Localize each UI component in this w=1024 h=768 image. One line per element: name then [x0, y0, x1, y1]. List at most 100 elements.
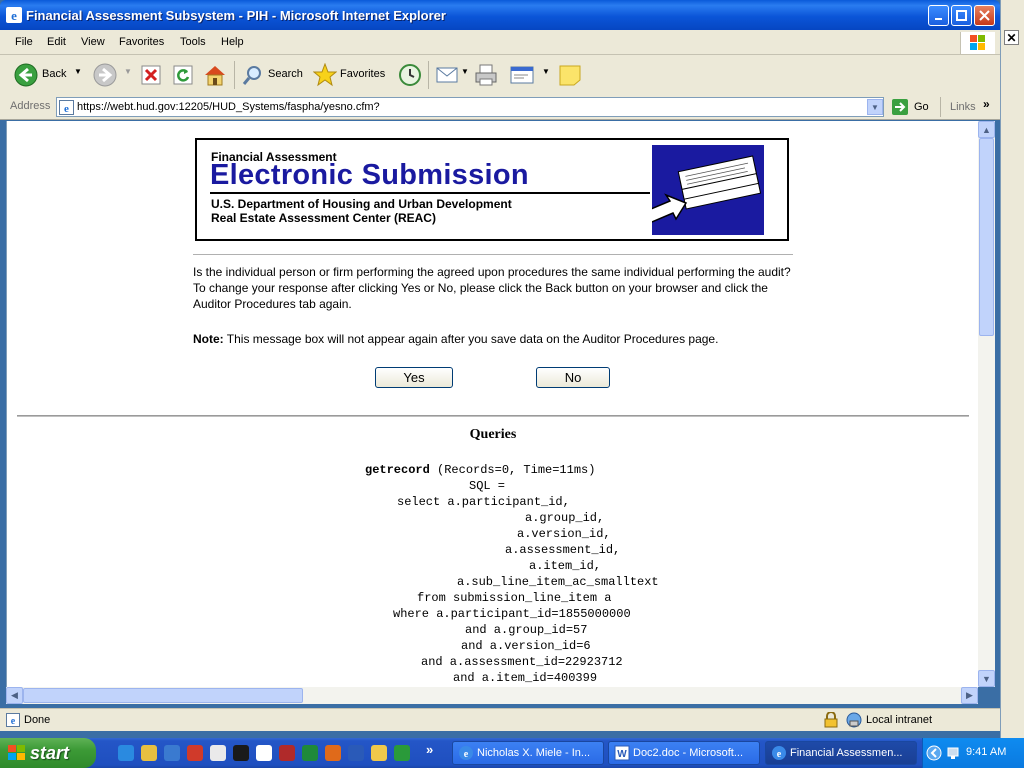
favorites-star-icon[interactable] [313, 63, 337, 87]
windows-flag-icon [8, 745, 25, 760]
print-icon[interactable] [474, 63, 498, 87]
banner-title: Electronic Submission [210, 159, 529, 191]
status-text: Done [24, 714, 51, 726]
history-icon[interactable] [398, 63, 422, 87]
quicklaunch-acrobat-icon[interactable] [279, 745, 295, 761]
sql-line: select a.participant_id, [397, 495, 570, 509]
document-stack-icon [630, 155, 762, 228]
banner-rule [210, 192, 650, 194]
sql-line: and a.version_id=6 [461, 639, 591, 653]
page-content: Financial Assessment Electronic Submissi… [6, 121, 979, 687]
address-separator [940, 97, 941, 117]
scroll-up-icon[interactable]: ▲ [978, 121, 995, 138]
close-button[interactable] [974, 5, 995, 26]
no-button[interactable]: No [536, 367, 610, 388]
queries-heading: Queries [469, 427, 517, 442]
quicklaunch-window-icon[interactable] [256, 745, 272, 761]
tray-back-icon[interactable] [926, 745, 942, 761]
yes-button[interactable]: Yes [375, 367, 453, 388]
mail-dropdown-icon[interactable]: ▼ [461, 67, 469, 76]
banner-center: Real Estate Assessment Center (REAC) [211, 211, 436, 225]
background-window-close-icon[interactable]: ✕ [1004, 30, 1019, 45]
ie-task-icon: e [459, 746, 473, 760]
scroll-left-icon[interactable]: ◀ [6, 687, 23, 704]
menu-bar: File Edit View Favorites Tools Help [0, 30, 1000, 55]
intranet-icon [846, 712, 862, 728]
forward-arrow-icon[interactable] [93, 63, 117, 87]
back-arrow-icon[interactable] [14, 63, 38, 87]
query-stats: (Records=0, Time=11ms) [429, 463, 596, 477]
toolbar-separator [428, 61, 429, 89]
favorites-button[interactable]: Favorites [340, 68, 385, 80]
question-text: Is the individual person or firm perform… [193, 265, 791, 311]
horizontal-scroll-thumb[interactable] [23, 688, 303, 703]
quicklaunch-excel2-icon[interactable] [394, 745, 410, 761]
note-icon[interactable] [558, 64, 582, 86]
svg-text:e: e [11, 716, 16, 727]
links-chevron-icon[interactable]: » [983, 97, 990, 111]
taskbar-item-word[interactable]: Doc2.doc - Microsoft... [608, 741, 760, 765]
quicklaunch-browser-icon[interactable] [164, 745, 180, 761]
back-dropdown-icon[interactable]: ▼ [74, 67, 82, 76]
forward-dropdown-icon[interactable]: ▼ [124, 67, 132, 76]
taskbar-item-label: Nicholas X. Miele - In... [477, 747, 591, 759]
toolbar-separator [234, 61, 235, 89]
maximize-button[interactable] [951, 5, 972, 26]
svg-text:W: W [617, 749, 627, 760]
search-icon[interactable] [242, 64, 264, 86]
menu-help[interactable]: Help [221, 36, 244, 48]
edit-icon[interactable] [510, 64, 534, 86]
sql-line: a.group_id, [525, 511, 605, 525]
address-dropdown-icon[interactable]: ▼ [867, 99, 883, 115]
quicklaunch-chevron-icon[interactable]: » [426, 742, 433, 757]
quicklaunch-calc-icon[interactable] [210, 745, 226, 761]
svg-text:e: e [64, 103, 69, 115]
mail-icon[interactable] [436, 65, 460, 85]
edit-dropdown-icon[interactable]: ▼ [542, 67, 550, 76]
quicklaunch-word-icon[interactable] [348, 745, 364, 761]
menu-favorites[interactable]: Favorites [119, 36, 164, 48]
quicklaunch-app-icon[interactable] [187, 745, 203, 761]
back-button[interactable]: Back [42, 68, 66, 80]
maximize-icon [956, 10, 967, 21]
sql-line: from submission_line_item a [417, 591, 612, 605]
minimize-button[interactable] [928, 5, 949, 26]
quicklaunch-star-icon[interactable] [141, 745, 157, 761]
window-title: Financial Assessment Subsystem - PIH - M… [26, 8, 446, 23]
scroll-right-icon[interactable]: ▶ [961, 687, 978, 704]
go-button[interactable]: Go [914, 101, 929, 113]
svg-text:e: e [464, 749, 469, 760]
divider [193, 254, 793, 255]
query-name: getrecord [365, 463, 430, 477]
start-button[interactable]: start [0, 738, 96, 768]
quicklaunch-n-icon[interactable] [233, 745, 249, 761]
address-input[interactable]: e https://webt.hud.gov:12205/HUD_Systems… [56, 97, 884, 117]
search-button[interactable]: Search [268, 68, 303, 80]
stop-icon[interactable] [141, 65, 161, 85]
toolbar: Back ▼ ▼ Search Favorites ▼ ▼ [0, 55, 1000, 96]
vertical-scroll-thumb[interactable] [979, 138, 994, 336]
minimize-icon [934, 17, 942, 20]
address-url: https://webt.hud.gov:12205/HUD_Systems/f… [77, 101, 380, 113]
tray-network-icon[interactable] [946, 745, 962, 761]
taskbar-item-financial[interactable]: Financial Assessmen... [765, 741, 917, 765]
title-bar: e Financial Assessment Subsystem - PIH -… [0, 0, 1000, 30]
menu-view[interactable]: View [81, 36, 105, 48]
go-arrow-icon[interactable] [891, 98, 909, 116]
menu-file[interactable]: File [15, 36, 33, 48]
lock-icon[interactable] [824, 712, 838, 728]
taskbar-item-ie[interactable]: Nicholas X. Miele - In... [452, 741, 604, 765]
home-icon[interactable] [203, 63, 227, 87]
word-task-icon: W [614, 745, 630, 761]
quicklaunch-powerpoint-icon[interactable] [325, 745, 341, 761]
links-button[interactable]: Links [950, 101, 976, 113]
menu-tools[interactable]: Tools [180, 36, 206, 48]
quicklaunch-ie-icon[interactable] [118, 745, 134, 761]
background-window-edge [1000, 0, 1024, 738]
quicklaunch-folder-icon[interactable] [371, 745, 387, 761]
quicklaunch-excel-icon[interactable] [302, 745, 318, 761]
menu-edit[interactable]: Edit [47, 36, 66, 48]
refresh-icon[interactable] [173, 65, 193, 85]
scroll-down-icon[interactable]: ▼ [978, 670, 995, 687]
page-icon: e [59, 100, 74, 115]
